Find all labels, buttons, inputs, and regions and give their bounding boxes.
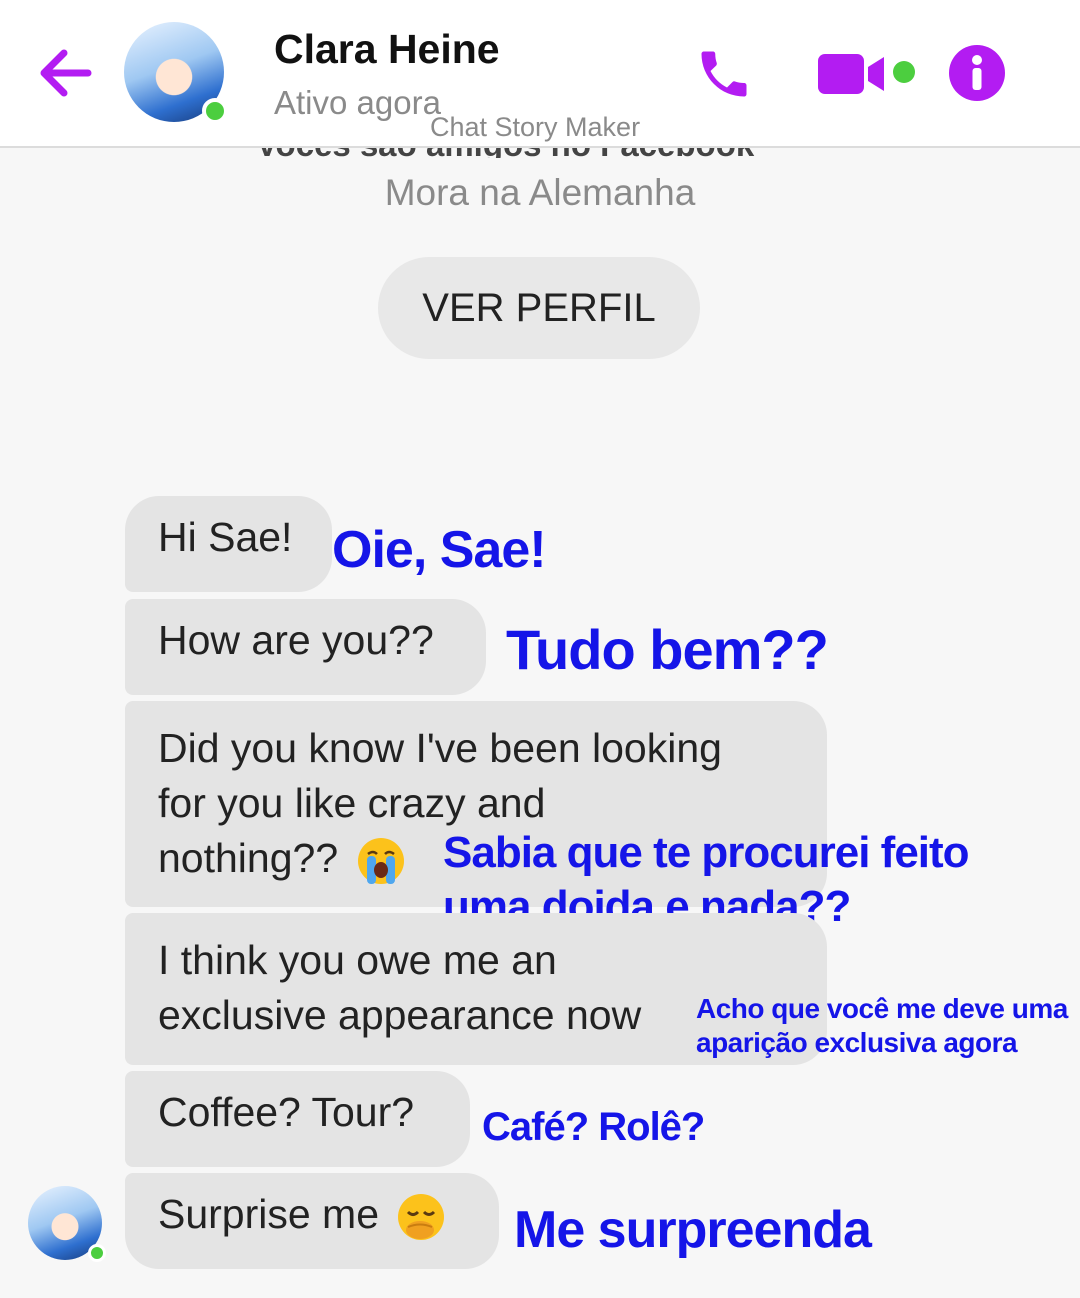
message-bubble[interactable]: How are you??: [125, 599, 486, 695]
contact-name[interactable]: Clara Heine: [274, 26, 500, 73]
watermark-text: Chat Story Maker: [430, 112, 641, 142]
translation-text: Me surpreenda: [514, 1201, 872, 1259]
translation-line: aparição exclusiva agora: [696, 1027, 1018, 1058]
online-status-dot: [202, 98, 228, 124]
message-text: Surprise me: [158, 1191, 380, 1237]
translation-line: Acho que você me deve uma: [696, 993, 1068, 1024]
phone-icon[interactable]: [694, 44, 754, 104]
online-status-dot: [88, 1244, 106, 1262]
translation-text: Café? Rolê?: [482, 1105, 705, 1149]
message-line: nothing??: [158, 835, 339, 881]
location-text: Mora na Alemanha: [384, 172, 696, 213]
translation-text: Acho que você me deve uma aparição exclu…: [696, 992, 1068, 1060]
translation-text: Tudo bem??: [506, 618, 829, 681]
video-camera-icon[interactable]: [818, 52, 918, 96]
sender-avatar[interactable]: [28, 1186, 106, 1262]
view-profile-button[interactable]: VER PERFIL: [378, 257, 700, 359]
loudly-crying-face-icon: [356, 836, 406, 886]
message-text: Coffee? Tour?: [158, 1089, 415, 1135]
message-bubble[interactable]: Hi Sae!: [125, 496, 332, 592]
friends-note-clip: Vocês são amigos no Facebook: [256, 148, 836, 158]
hand-over-mouth-face-icon: [396, 1192, 446, 1242]
message-line: for you like crazy and: [158, 780, 546, 826]
back-arrow-icon[interactable]: [38, 48, 92, 98]
translation-text: Oie, Sae!: [332, 521, 547, 579]
message-text: How are you??: [158, 617, 434, 663]
message-line: I think you owe me an: [158, 937, 557, 983]
message-text: Hi Sae!: [158, 514, 293, 560]
message-line: Did you know I've been looking: [158, 725, 722, 771]
translation-line: Sabia que te procurei feito: [443, 828, 970, 877]
message-bubble[interactable]: Coffee? Tour?: [125, 1071, 470, 1167]
message-bubble[interactable]: Surprise me: [125, 1173, 499, 1269]
contact-avatar[interactable]: [124, 22, 228, 124]
friends-note: Vocês são amigos no Facebook: [256, 148, 754, 158]
active-status: Ativo agora: [274, 84, 441, 121]
info-icon[interactable]: [948, 44, 1006, 102]
